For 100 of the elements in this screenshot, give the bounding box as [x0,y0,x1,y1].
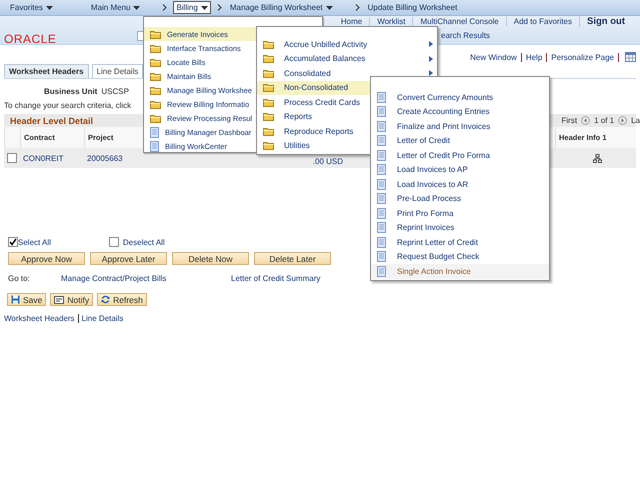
action-button[interactable]: Approve Later [90,252,167,265]
page-link[interactable]: Worksheet Headers [4,314,75,323]
logo: ORACLE [4,32,56,46]
folder-icon [263,126,274,136]
page-icon [377,92,386,103]
nav-menu-item[interactable]: Favorites [8,2,55,13]
page-icon [377,208,386,219]
next-icon[interactable] [618,116,628,125]
page-icon [377,236,386,248]
grid-title: Header Level Detail [10,116,94,126]
menu-item[interactable]: Convert Currency Amounts [371,90,549,104]
checkbox-icon[interactable] [108,237,119,247]
folder-icon [263,98,274,107]
menu-item[interactable]: Non-Consolidated [257,80,370,95]
page-icon [377,193,386,204]
deselect-all-button[interactable]: Deselect All [108,237,165,247]
page-link[interactable]: New Window [470,52,517,62]
note-icon [54,296,64,304]
menu-item[interactable]: Reports [257,110,370,124]
caret-icon[interactable] [326,6,333,10]
action-button[interactable]: Delete Now [172,252,249,265]
folder-icon [150,114,161,122]
page-link[interactable]: Personalize Page [551,52,614,62]
menu-item[interactable]: Create Accounting Entries [371,104,549,119]
nav-menu-item[interactable]: Main Menu [88,2,142,13]
previous-icon[interactable] [581,116,590,125]
page-link[interactable]: Line Details [82,314,124,323]
menu-item[interactable]: Reprint Letter of Credit [371,235,549,250]
folder-icon [263,141,274,150]
row-checkbox[interactable] [7,153,17,163]
folder-icon [150,100,161,108]
table-cell: CON0REIT [23,154,64,162]
menu-item[interactable]: Accrue Unbilled Activity [257,37,437,52]
menu-item[interactable]: Process Credit Cards [257,95,370,110]
page-icon [377,106,386,118]
instructions-text: To change your search criteria, click [4,101,132,110]
header-link[interactable]: Home [334,16,370,26]
menu-item[interactable]: Load Invoices to AP [371,162,549,177]
page-count: 1 of 1 [594,116,614,125]
header-link[interactable]: Sign out [579,16,632,26]
header-link[interactable]: Add to Favorites [506,16,579,26]
action-button[interactable]: Approve Now [8,252,85,265]
page-icon [377,164,386,176]
menu-item[interactable]: Reprint Invoices [371,220,549,235]
folder-icon [263,54,274,64]
page-link[interactable]: Help [526,52,542,62]
menu-item[interactable]: Utilities [257,138,370,153]
refresh-icon [101,295,110,304]
caret-icon[interactable] [46,6,53,10]
tab[interactable]: Line Details [92,64,144,78]
nav-menu-item[interactable]: Manage Billing Worksheet [228,2,335,13]
folder-icon [150,30,161,38]
select-all-button[interactable]: Select All [8,237,51,247]
toolbar-button[interactable]: Refresh [97,293,147,306]
folder-icon [263,83,274,92]
page-icon [377,251,386,262]
menu-item[interactable]: Finalize and Print Invoices [371,119,549,134]
menu-item[interactable]: Single Action Invoice [371,264,549,278]
menu-item[interactable]: Print Pro Forma [371,206,549,220]
table-cell: .00 USD [312,157,343,166]
toolbar-button[interactable]: Save [7,293,46,306]
page-icon [150,140,159,152]
menu-item[interactable]: Reproduce Reports [257,124,370,138]
folder-icon [150,44,161,52]
go-to-link[interactable]: Letter of Credit Summary [231,274,320,283]
field-value: USCSP [101,87,129,96]
search-results-link[interactable]: earch Results [441,31,490,40]
caret-icon[interactable] [133,6,140,10]
field-label: Business Unit [44,87,98,96]
go-to-label: Go to: [8,274,30,283]
nav-menu-item[interactable]: Update Billing Worksheet [366,2,460,13]
menu-item[interactable]: Accumulated Balances [257,52,437,66]
page-icon [377,266,386,277]
folder-icon [150,86,161,94]
folder-icon [263,68,274,78]
folder-icon [150,72,161,80]
checkbox-icon[interactable] [8,237,18,247]
caret-icon[interactable] [200,6,208,10]
menu-item[interactable]: Consolidated [257,66,437,80]
menu-item[interactable]: Request Budget Check [371,250,549,264]
hierarchy-icon[interactable] [592,154,602,162]
toolbar-button[interactable]: Notify [50,293,94,306]
menu-item[interactable]: Letter of Credit [371,134,549,148]
nav-menu-item[interactable]: Billing [173,1,211,14]
page-icon [377,150,386,161]
last-link[interactable]: La [631,116,640,125]
table-cell: 20005663 [87,154,123,162]
menu-item[interactable]: Letter of Credit Pro Forma [371,148,549,162]
tab[interactable]: Worksheet Headers [4,64,89,78]
menu-item[interactable]: Load Invoices to AR [371,177,549,192]
page-icon [377,135,386,146]
grid-icon[interactable] [625,52,636,62]
go-to-link[interactable]: Manage Contract/Project Bills [61,274,166,283]
page-icon [150,126,159,138]
page-icon [377,120,386,132]
action-button[interactable]: Delete Later [254,252,331,265]
folder-icon [150,58,161,66]
menu-item[interactable]: Pre-Load Process [371,192,549,206]
first-link[interactable]: First [562,116,578,125]
page-icon [377,222,386,234]
